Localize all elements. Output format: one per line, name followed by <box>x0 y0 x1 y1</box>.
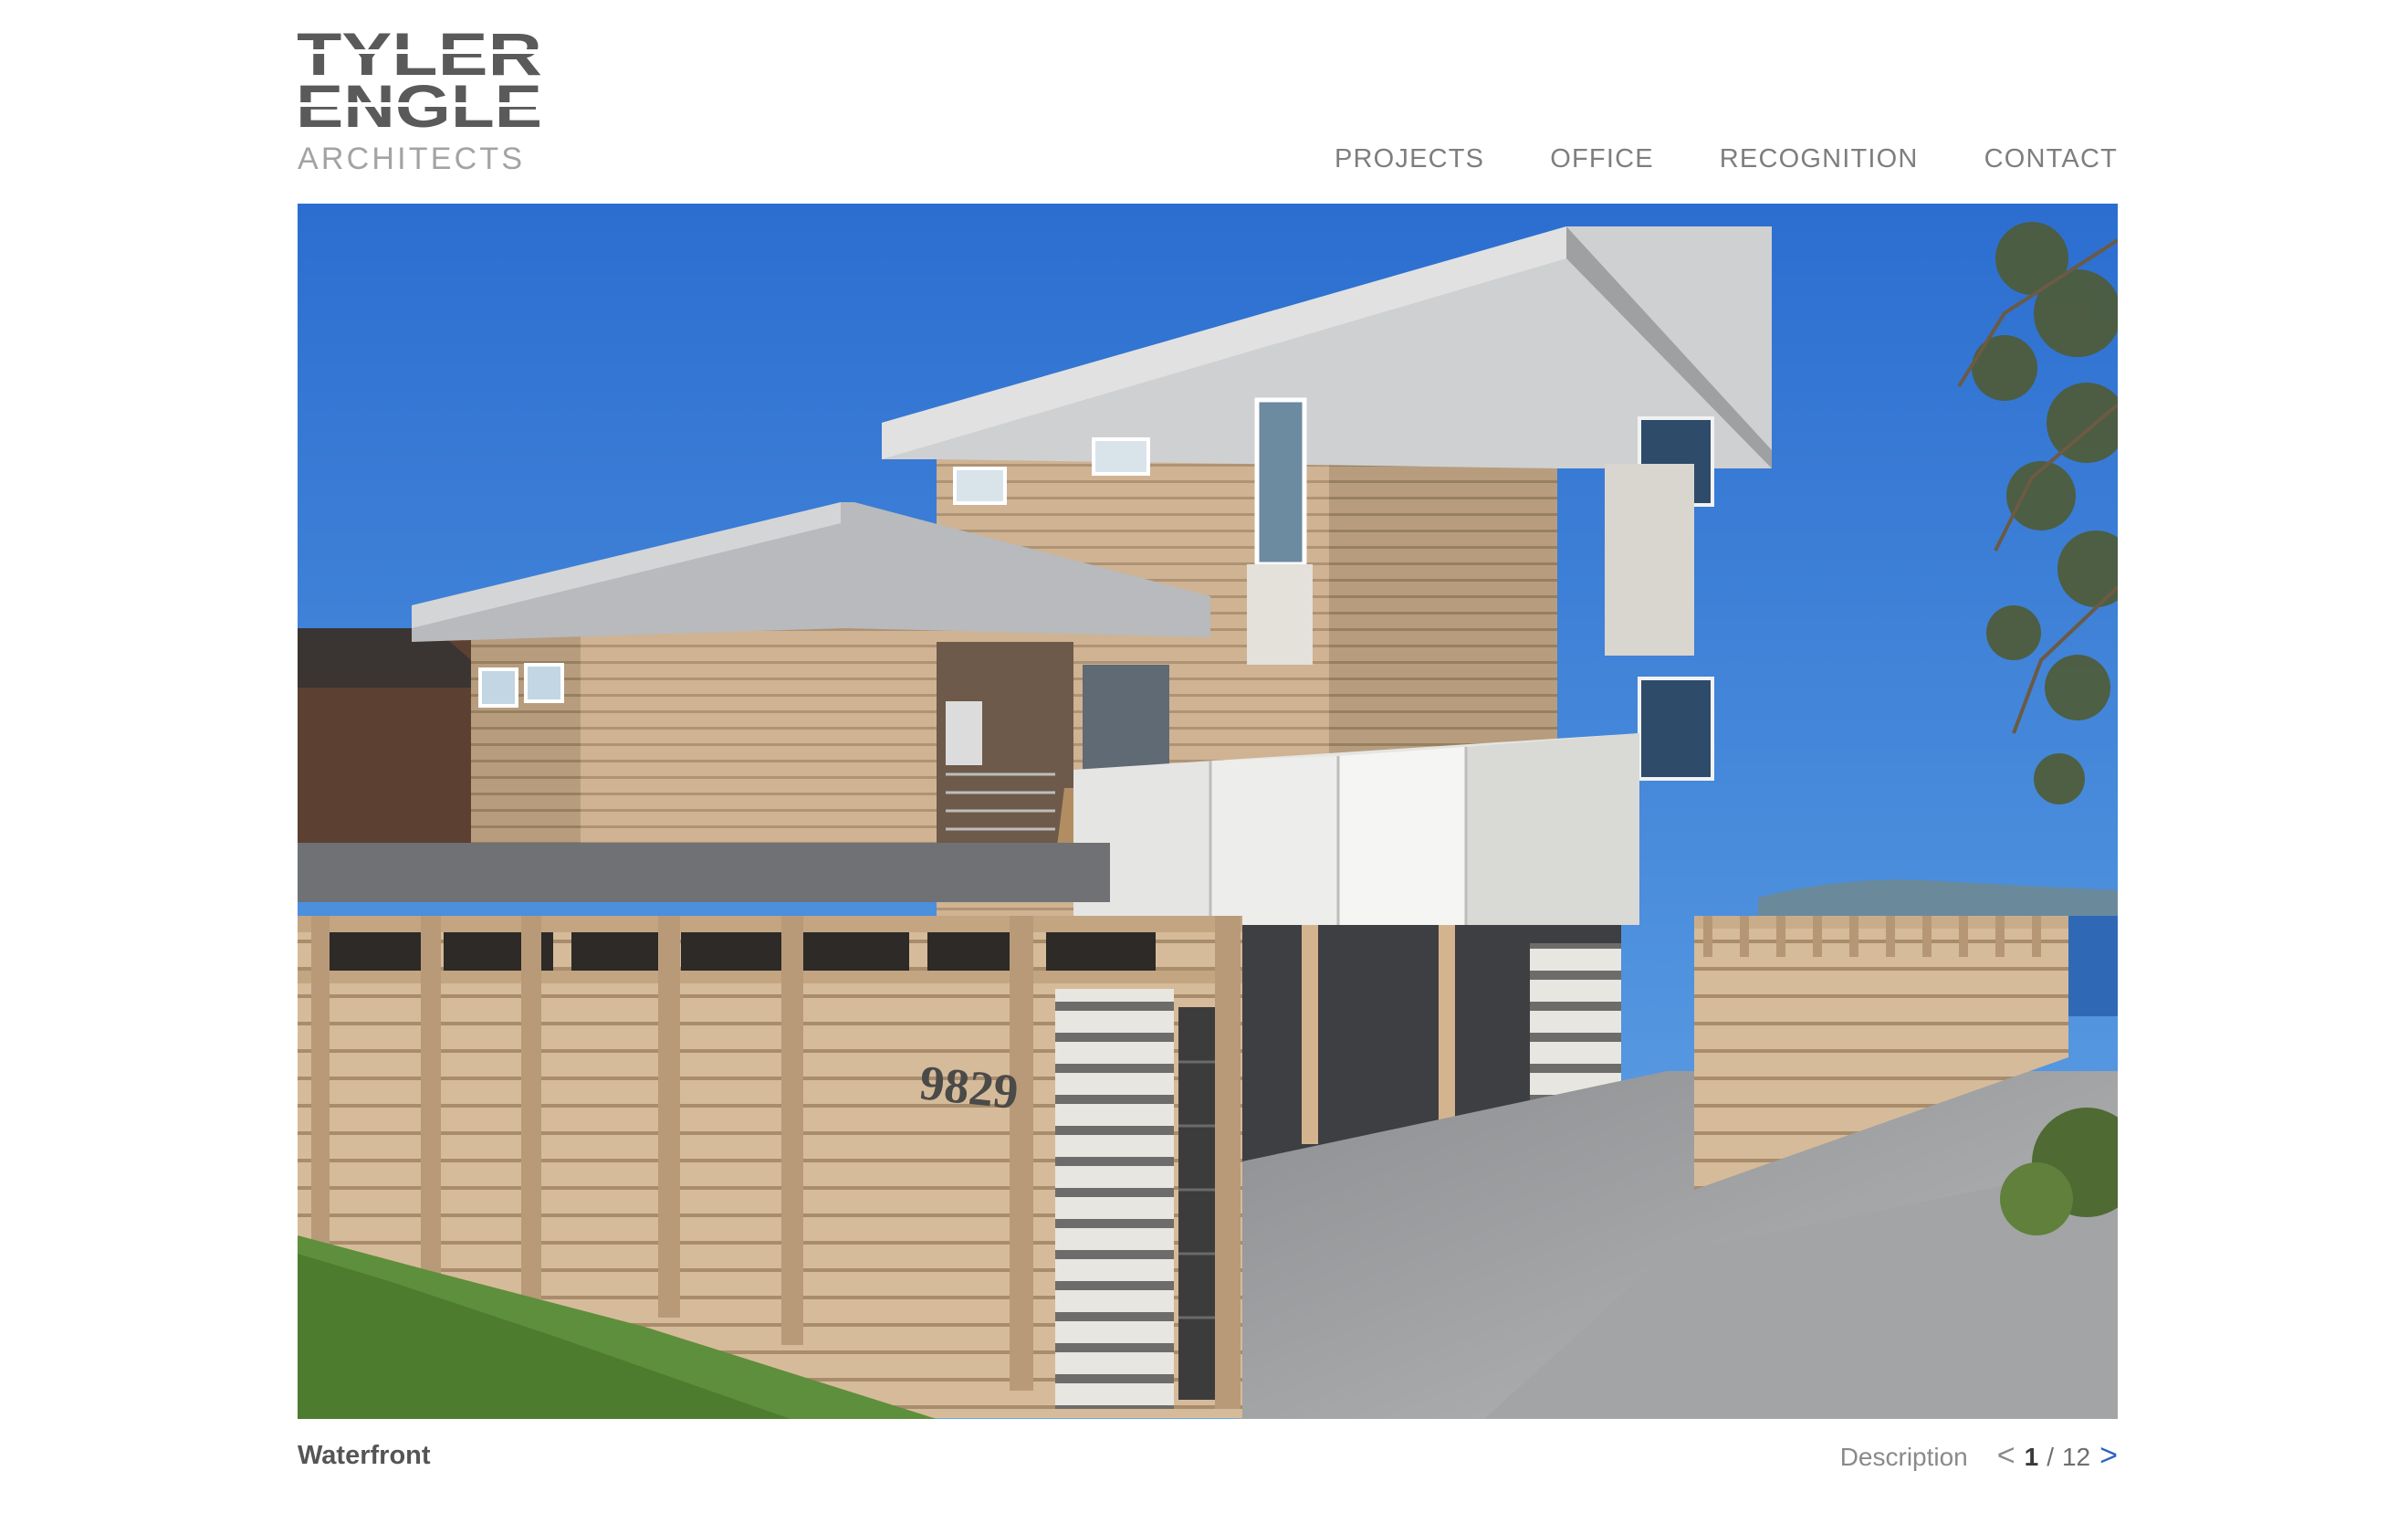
nav-item-office[interactable]: OFFICE <box>1550 146 1654 173</box>
logo-mark: TYLER ENGLE <box>298 27 542 130</box>
caption-bar: Waterfront Description < 1 / 12 > <box>298 1440 2118 1476</box>
prev-arrow-icon[interactable]: < <box>1997 1440 2015 1471</box>
gallery-controls: Description < 1 / 12 > <box>1840 1440 2118 1471</box>
project-title: Waterfront <box>298 1441 431 1470</box>
hero-image: 9829 <box>298 204 2118 1419</box>
nav-item-projects[interactable]: PROJECTS <box>1335 146 1484 173</box>
logo-subtitle: ARCHITECTS <box>298 142 526 176</box>
nav-item-contact[interactable]: CONTACT <box>1984 146 2118 173</box>
current-image-number: 1 <box>2024 1443 2039 1471</box>
nav-item-recognition[interactable]: RECOGNITION <box>1720 146 1919 173</box>
house-number: 9829 <box>917 1055 1021 1119</box>
next-arrow-icon[interactable]: > <box>2099 1440 2118 1471</box>
logo-line2: ENGLE <box>298 72 542 130</box>
logo[interactable]: TYLER ENGLE ARCHITECTS <box>298 27 542 179</box>
deck-edge <box>298 843 1110 902</box>
page: TYLER ENGLE ARCHITECTS PROJECTS OFFICE R… <box>298 0 2118 1534</box>
total-image-count: 12 <box>2061 1443 2091 1471</box>
main-nav: PROJECTS OFFICE RECOGNITION CONTACT <box>1335 146 2118 173</box>
description-link[interactable]: Description <box>1840 1445 1968 1470</box>
counter-separator: / <box>2047 1443 2054 1471</box>
